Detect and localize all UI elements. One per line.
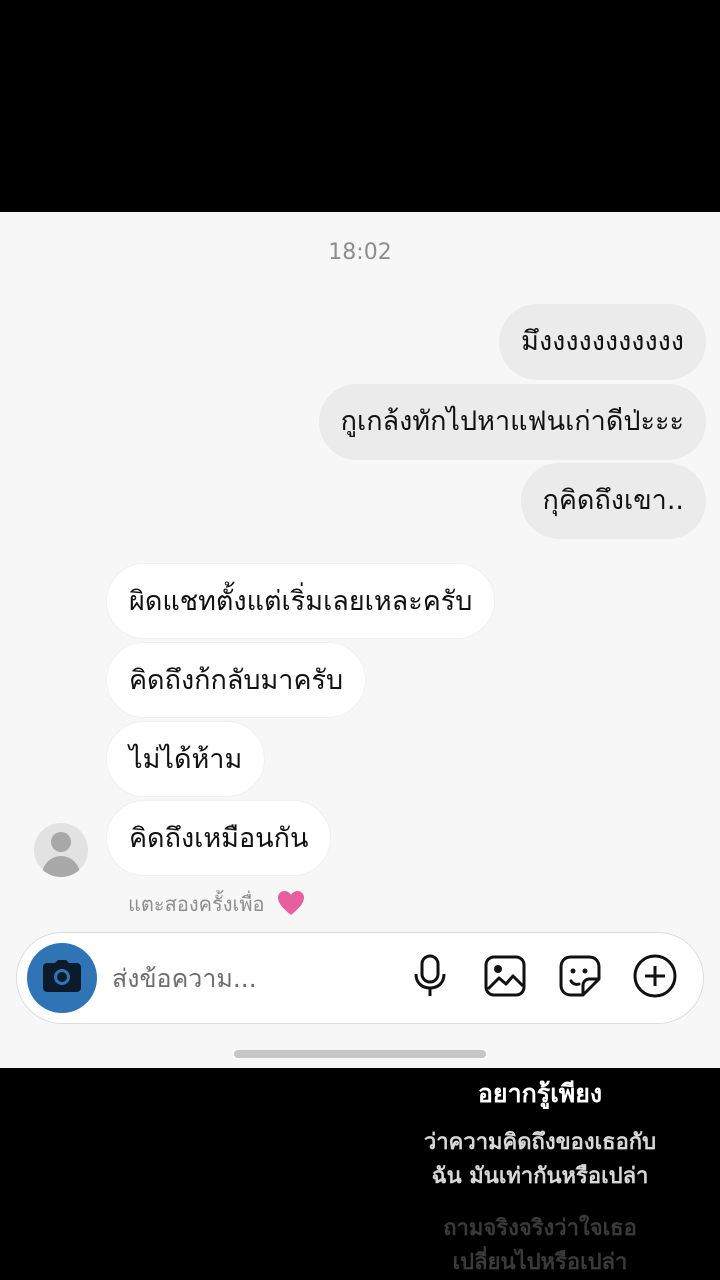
outgoing-message[interactable]: กูเกล้งทักไปหาแฟนเก่าดีป่ะะะ — [318, 384, 706, 460]
camera-button[interactable] — [27, 943, 97, 1013]
outgoing-message[interactable]: กุคิดถึงเขา.. — [520, 463, 706, 539]
lyric-block: ว่าความคิดถึงของเธอกับ ฉัน มันเท่ากันหรื… — [370, 1126, 710, 1194]
message-input[interactable] — [112, 953, 392, 1003]
gallery-button[interactable] — [482, 955, 528, 1001]
message-composer — [16, 932, 704, 1024]
message-timestamp: 18:02 — [328, 240, 392, 265]
avatar-body — [42, 856, 80, 877]
lyric-block-faded: ถามจริงจริงว่าใจเธอ เปลี่ยนไปหรือเปล่า — [370, 1212, 710, 1280]
add-icon — [633, 954, 677, 1002]
double-tap-hint: แตะสองครั้งเพื่อ — [128, 888, 305, 921]
lyric-line: เปลี่ยนไปหรือเปล่า — [452, 1250, 628, 1275]
incoming-message[interactable]: คิดถึงก้กลับมาครับ — [106, 642, 367, 718]
heart-icon — [277, 890, 305, 921]
lyric-line: ฉัน มันเท่ากันหรือเปล่า — [431, 1164, 649, 1189]
lyric-line: ว่าความคิดถึงของเธอกับ — [423, 1130, 657, 1155]
microphone-icon — [412, 954, 448, 1002]
dm-screen: 18:02 มึงงงงงงงงงงง กูเกล้งทักไปหาแฟนเก่… — [0, 212, 720, 1068]
gallery-icon — [484, 955, 526, 1001]
outgoing-message[interactable]: มึงงงงงงงงงงง — [499, 304, 706, 380]
incoming-message[interactable]: ผิดแชทตั้งแต่เริ่มเลยเหละครับ — [106, 563, 496, 639]
avatar[interactable] — [34, 823, 88, 877]
sticker-button[interactable] — [557, 955, 603, 1001]
video-frame: 18:02 มึงงงงงงงงงงง กูเกล้งทักไปหาแฟนเก่… — [0, 0, 720, 1280]
camera-icon — [43, 960, 81, 996]
add-button[interactable] — [632, 954, 678, 1002]
incoming-message[interactable]: ไม่ได้ห้าม — [106, 721, 266, 797]
sticker-icon — [559, 955, 601, 1001]
home-indicator[interactable] — [234, 1050, 486, 1058]
avatar-head — [51, 832, 71, 852]
microphone-button[interactable] — [407, 954, 453, 1002]
lyric-line: อยากรู้เพียง — [477, 1079, 603, 1108]
lyric-line: ถามจริงจริงว่าใจเธอ — [443, 1216, 637, 1241]
double-tap-hint-text: แตะสองครั้งเพื่อ — [128, 892, 265, 916]
incoming-message[interactable]: คิดถึงเหมือนกัน — [106, 800, 332, 876]
